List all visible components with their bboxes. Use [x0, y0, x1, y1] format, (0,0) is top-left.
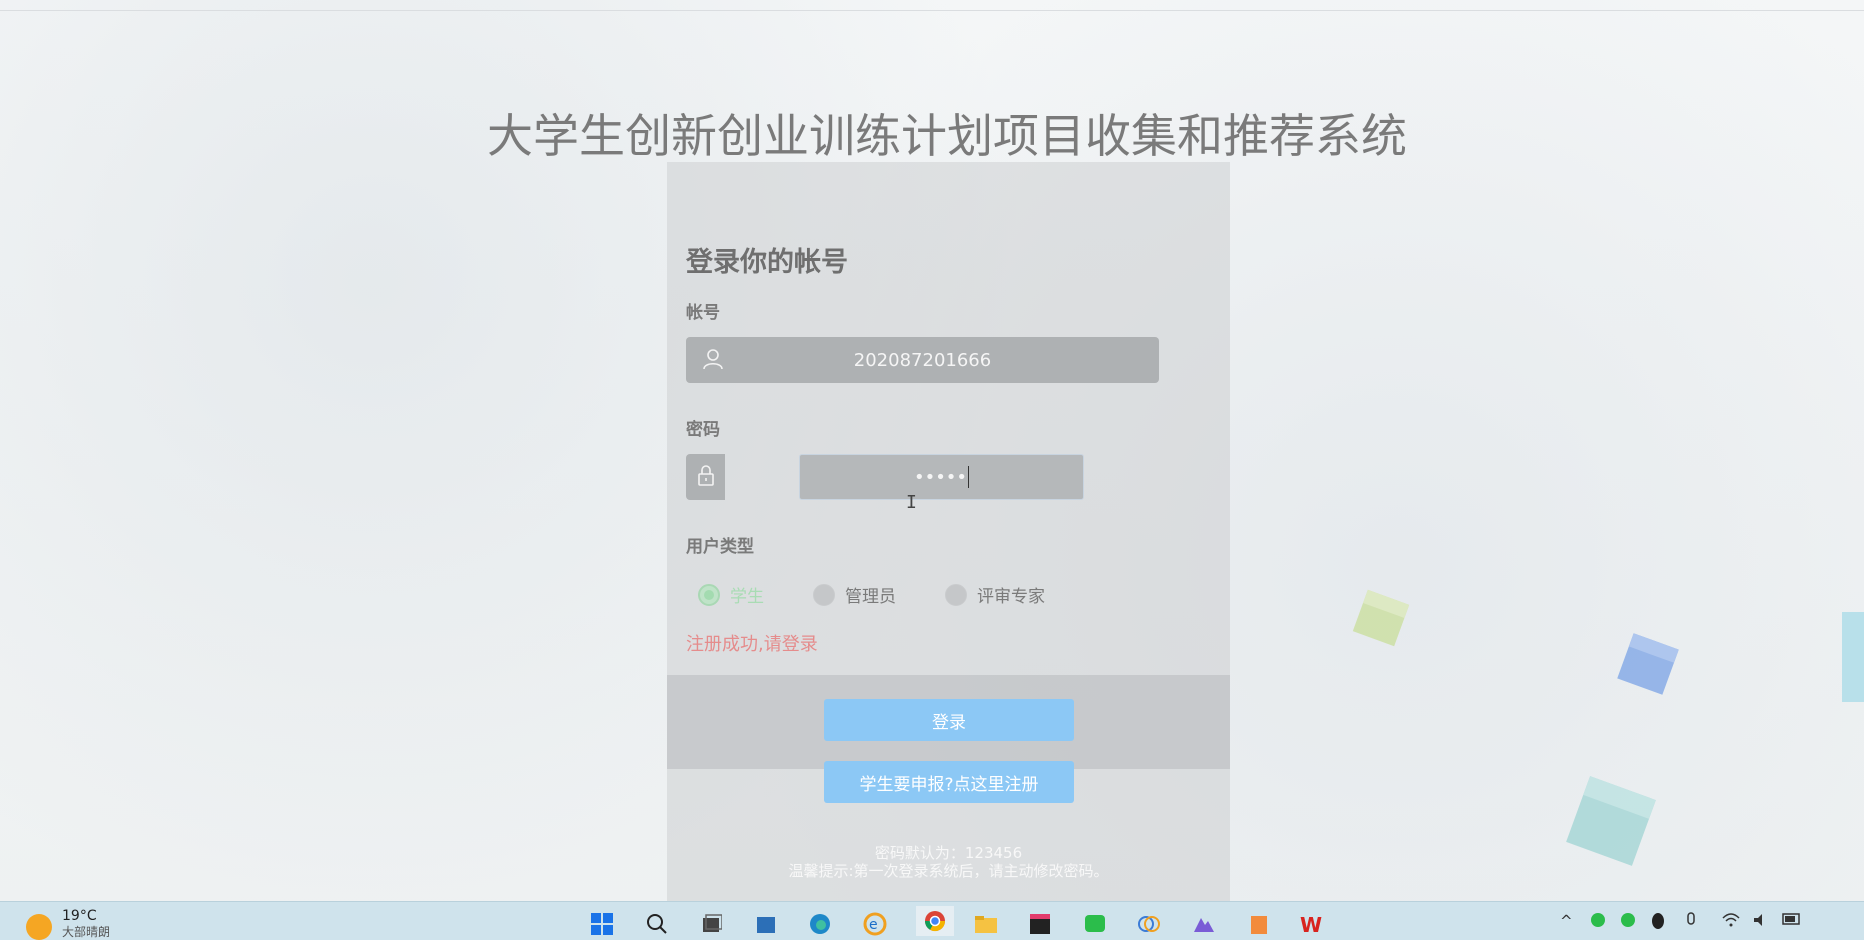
- app-icon-4[interactable]: [1245, 910, 1273, 938]
- radio-expert[interactable]: 评审专家: [945, 582, 1045, 607]
- svg-text:e: e: [869, 917, 878, 933]
- radio-admin[interactable]: 管理员: [813, 582, 896, 607]
- weather-desc: 大部晴朗: [62, 925, 111, 939]
- wechat-icon[interactable]: [1081, 910, 1109, 938]
- sun-icon: [26, 914, 52, 940]
- microphone-icon[interactable]: [1685, 912, 1697, 934]
- wps-icon[interactable]: W: [1299, 910, 1327, 938]
- task-view-icon[interactable]: [697, 910, 725, 938]
- windows-icon[interactable]: [588, 910, 616, 938]
- battery-icon[interactable]: [1782, 912, 1802, 930]
- chevron-up-icon[interactable]: ^: [1560, 912, 1573, 930]
- password-icon-cell: [686, 454, 725, 500]
- wifi-icon[interactable]: [1722, 912, 1740, 932]
- radio-dot: [945, 583, 967, 606]
- radio-student[interactable]: 学生: [698, 582, 764, 607]
- qq-icon[interactable]: [1650, 912, 1666, 934]
- user-type-label: 用户类型: [686, 537, 754, 557]
- top-divider: [0, 10, 1864, 11]
- folder-icon[interactable]: [972, 910, 1000, 938]
- app-icon[interactable]: [752, 910, 780, 938]
- wechat-tray-icon-2[interactable]: [1620, 912, 1636, 932]
- ie-icon[interactable]: e: [861, 910, 889, 938]
- radio-dot: [698, 583, 720, 606]
- ibeam-cursor-icon: I: [906, 492, 917, 513]
- wechat-tray-icon[interactable]: [1590, 912, 1606, 932]
- edge-icon[interactable]: [806, 910, 834, 938]
- first-login-hint: 温馨提示:第一次登录系统后，请主动修改密码。: [788, 862, 1109, 880]
- radio-label: 评审专家: [977, 587, 1045, 607]
- taskbar: 19°C 大部晴朗 e W ^: [0, 901, 1864, 940]
- weather-temp: 19°C: [62, 908, 97, 924]
- login-button[interactable]: 登录: [824, 699, 1074, 741]
- lock-icon: [696, 464, 716, 490]
- text-caret: [968, 466, 970, 488]
- account-value: 202087201666: [853, 349, 992, 371]
- volume-icon[interactable]: [1752, 912, 1770, 932]
- jetbrains-icon[interactable]: [1026, 910, 1054, 938]
- success-message: 注册成功,请登录: [686, 634, 818, 655]
- app-icon-3[interactable]: [1190, 910, 1218, 938]
- password-input[interactable]: •••••: [799, 454, 1084, 500]
- svg-text:W: W: [1300, 913, 1322, 936]
- user-icon: [702, 348, 724, 375]
- radio-label: 管理员: [845, 587, 896, 607]
- register-button[interactable]: 学生要申报?点这里注册: [824, 761, 1074, 803]
- radio-dot: [813, 583, 835, 606]
- weather-widget[interactable]: 19°C 大部晴朗: [26, 908, 110, 940]
- password-value: •••••: [913, 466, 968, 488]
- app-icon-2[interactable]: [1135, 910, 1163, 938]
- chrome-icon[interactable]: [916, 906, 954, 936]
- account-label: 帐号: [686, 303, 720, 323]
- account-input[interactable]: 202087201666: [686, 337, 1159, 383]
- decorative-cube-edge: [1842, 612, 1864, 702]
- radio-label: 学生: [730, 587, 764, 607]
- search-icon[interactable]: [643, 910, 671, 938]
- form-heading: 登录你的帐号: [686, 247, 848, 278]
- password-label: 密码: [686, 420, 720, 440]
- page-title: 大学生创新创业训练计划项目收集和推荐系统: [487, 109, 1407, 163]
